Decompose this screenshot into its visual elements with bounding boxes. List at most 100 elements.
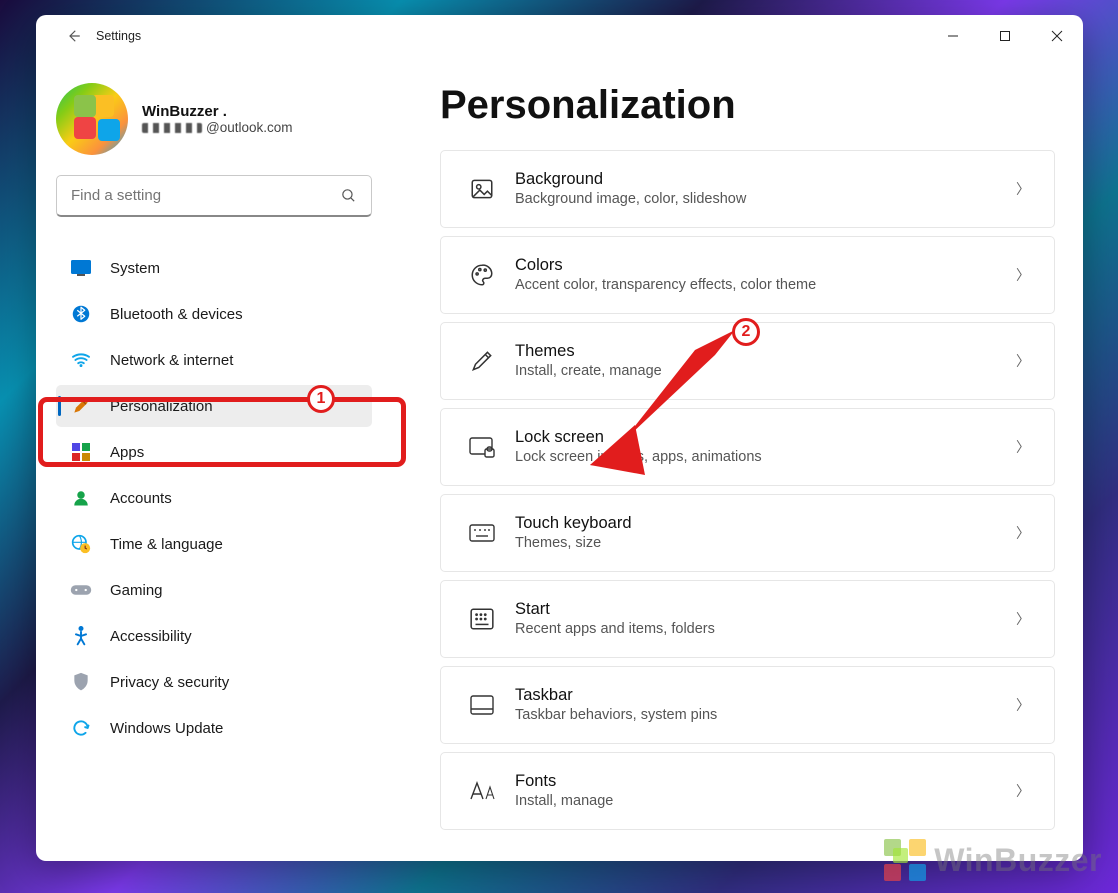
titlebar: Settings [36,15,1083,57]
sidebar-item-accounts[interactable]: Accounts [56,477,372,519]
sidebar-item-label: Personalization [110,398,213,415]
brush-icon [70,395,92,417]
sidebar-item-gaming[interactable]: Gaming [56,569,372,611]
profile-email-suffix: @outlook.com [206,120,293,135]
sidebar-item-privacy[interactable]: Privacy & security [56,661,372,703]
watermark-text: WinBuzzer [934,842,1102,879]
card-colors[interactable]: Colors Accent color, transparency effect… [440,236,1055,314]
fonts-icon [461,770,503,812]
card-title: Touch keyboard [515,512,1016,534]
search-container [36,175,392,225]
maximize-icon [999,30,1011,42]
card-title: Fonts [515,770,1016,792]
sidebar-item-label: Accounts [110,490,172,507]
search-input[interactable] [71,187,340,204]
content-area: WinBuzzer . @outlook.com System [36,57,1083,861]
sidebar-item-label: Privacy & security [110,674,229,691]
sidebar-item-network[interactable]: Network & internet [56,339,372,381]
sidebar-item-label: Windows Update [110,720,223,737]
person-icon [70,487,92,509]
chevron-right-icon: 〉 [1016,695,1030,715]
profile-block[interactable]: WinBuzzer . @outlook.com [36,67,392,175]
chevron-right-icon: 〉 [1016,523,1030,543]
background-icon [461,168,503,210]
card-desc: Themes, size [515,534,1016,554]
globe-clock-icon [70,533,92,555]
sidebar-item-apps[interactable]: Apps [56,431,372,473]
sidebar: WinBuzzer . @outlook.com System [36,57,392,861]
wifi-icon [70,349,92,371]
chevron-right-icon: 〉 [1016,781,1030,801]
sidebar-item-label: System [110,260,160,277]
card-desc: Lock screen images, apps, animations [515,448,1016,468]
card-desc: Install, manage [515,792,1016,812]
card-lockscreen[interactable]: Lock screen Lock screen images, apps, an… [440,408,1055,486]
gamepad-icon [70,579,92,601]
sidebar-item-label: Bluetooth & devices [110,306,243,323]
card-taskbar[interactable]: Taskbar Taskbar behaviors, system pins 〉 [440,666,1055,744]
chevron-right-icon: 〉 [1016,265,1030,285]
card-title: Background [515,168,1016,190]
card-desc: Install, create, manage [515,362,1016,382]
apps-icon [70,441,92,463]
window-controls [927,15,1083,57]
minimize-icon [947,30,959,42]
maximize-button[interactable] [979,15,1031,57]
profile-name: WinBuzzer . [142,103,293,120]
card-fonts[interactable]: Fonts Install, manage 〉 [440,752,1055,830]
profile-email-obscured [142,123,202,133]
close-icon [1051,30,1063,42]
card-start[interactable]: Start Recent apps and items, folders 〉 [440,580,1055,658]
settings-window: Settings WinBuzzer . @outlook.com [36,15,1083,861]
palette-icon [461,254,503,296]
taskbar-icon [461,684,503,726]
chevron-right-icon: 〉 [1016,179,1030,199]
annotation-badge-2: 2 [732,318,760,346]
sidebar-item-bluetooth[interactable]: Bluetooth & devices [56,293,372,335]
sidebar-item-label: Gaming [110,582,163,599]
sidebar-item-label: Time & language [110,536,223,553]
card-title: Taskbar [515,684,1016,706]
sync-icon [70,717,92,739]
sidebar-item-label: Accessibility [110,628,192,645]
watermark-logo-icon [884,839,926,881]
card-touchkeyboard[interactable]: Touch keyboard Themes, size 〉 [440,494,1055,572]
card-desc: Taskbar behaviors, system pins [515,706,1016,726]
sidebar-item-accessibility[interactable]: Accessibility [56,615,372,657]
chevron-right-icon: 〉 [1016,609,1030,629]
sidebar-item-update[interactable]: Windows Update [56,707,372,749]
card-desc: Accent color, transparency effects, colo… [515,276,1016,296]
accessibility-icon [70,625,92,647]
card-desc: Recent apps and items, folders [515,620,1016,640]
card-title: Start [515,598,1016,620]
lockscreen-icon [461,426,503,468]
sidebar-item-label: Apps [110,444,144,461]
search-icon [340,187,357,204]
nav-list: System Bluetooth & devices Network & int… [36,225,392,749]
card-desc: Background image, color, slideshow [515,190,1016,210]
back-button[interactable] [56,19,90,53]
minimize-button[interactable] [927,15,979,57]
card-title: Lock screen [515,426,1016,448]
avatar [56,83,128,155]
back-arrow-icon [64,27,82,45]
keyboard-icon [461,512,503,554]
system-icon [70,257,92,279]
bluetooth-icon [70,303,92,325]
profile-email: @outlook.com [142,120,293,135]
chevron-right-icon: 〉 [1016,437,1030,457]
watermark: WinBuzzer [884,839,1102,881]
close-button[interactable] [1031,15,1083,57]
annotation-badge-1: 1 [307,385,335,413]
search-box[interactable] [56,175,372,217]
main-pane: Personalization Background Background im… [392,57,1083,861]
chevron-right-icon: 〉 [1016,351,1030,371]
card-background[interactable]: Background Background image, color, slid… [440,150,1055,228]
window-title: Settings [96,29,141,43]
start-icon [461,598,503,640]
sidebar-item-system[interactable]: System [56,247,372,289]
shield-icon [70,671,92,693]
sidebar-item-time[interactable]: Time & language [56,523,372,565]
card-title: Themes [515,340,1016,362]
card-title: Colors [515,254,1016,276]
